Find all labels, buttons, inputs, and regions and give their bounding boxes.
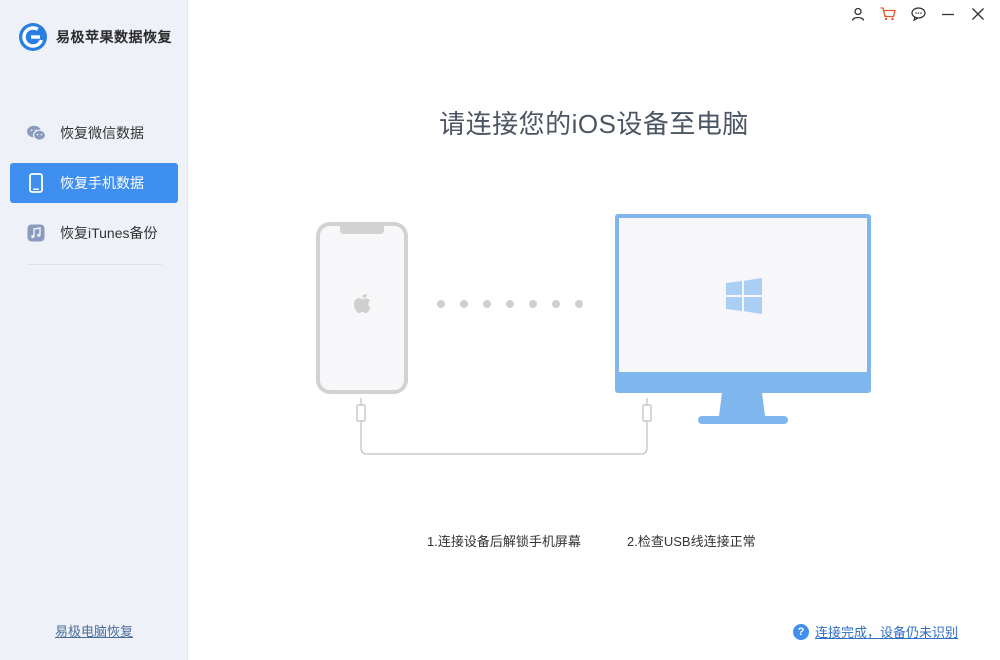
- sidebar-nav: 恢复微信数据 恢复手机数据 恢复iTunes备份: [10, 113, 178, 263]
- device-not-recognized-help[interactable]: ? 连接完成，设备仍未识别: [792, 622, 958, 641]
- app-name: 易极苹果数据恢复: [56, 29, 172, 45]
- help-question-icon: ?: [792, 623, 809, 640]
- iphone-illustration: [316, 222, 408, 394]
- close-icon[interactable]: [970, 6, 986, 22]
- sidebar-item-itunes[interactable]: 恢复iTunes备份: [10, 213, 178, 253]
- titlebar-controls: [850, 6, 986, 22]
- cart-icon[interactable]: [880, 6, 896, 22]
- itunes-music-icon: [26, 223, 46, 243]
- wechat-icon: [26, 123, 46, 143]
- chat-icon[interactable]: [910, 6, 926, 22]
- app-logo-icon: [18, 22, 48, 52]
- monitor-illustration: [615, 214, 871, 424]
- sidebar-item-label: 恢复iTunes备份: [60, 225, 158, 241]
- brand: 易极苹果数据恢复: [18, 22, 172, 52]
- sidebar-item-phone[interactable]: 恢复手机数据: [10, 163, 178, 203]
- step-check-usb: 2.检查USB线连接正常: [627, 534, 756, 549]
- sidebar-item-label: 恢复微信数据: [60, 125, 144, 141]
- computer-recovery-link[interactable]: 易极电脑恢复: [0, 621, 188, 640]
- sidebar-item-label: 恢复手机数据: [60, 175, 144, 191]
- step-unlock-phone: 1.连接设备后解锁手机屏幕: [427, 534, 581, 549]
- connection-dots: [437, 300, 583, 308]
- sidebar-item-wechat[interactable]: 恢复微信数据: [10, 113, 178, 153]
- usb-cable: [356, 398, 652, 455]
- phone-icon: [26, 173, 46, 193]
- connection-illustration: [316, 214, 871, 455]
- help-link-text[interactable]: 连接完成，设备仍未识别: [815, 622, 958, 641]
- user-icon[interactable]: [850, 6, 866, 22]
- minimize-icon[interactable]: [940, 6, 956, 22]
- sidebar: 易极苹果数据恢复 恢复微信数据 恢复手机数据 恢复iTunes备份 易极电脑恢复: [0, 0, 188, 660]
- page-title: 请连接您的iOS设备至电脑: [439, 109, 749, 139]
- sidebar-divider: [28, 264, 162, 265]
